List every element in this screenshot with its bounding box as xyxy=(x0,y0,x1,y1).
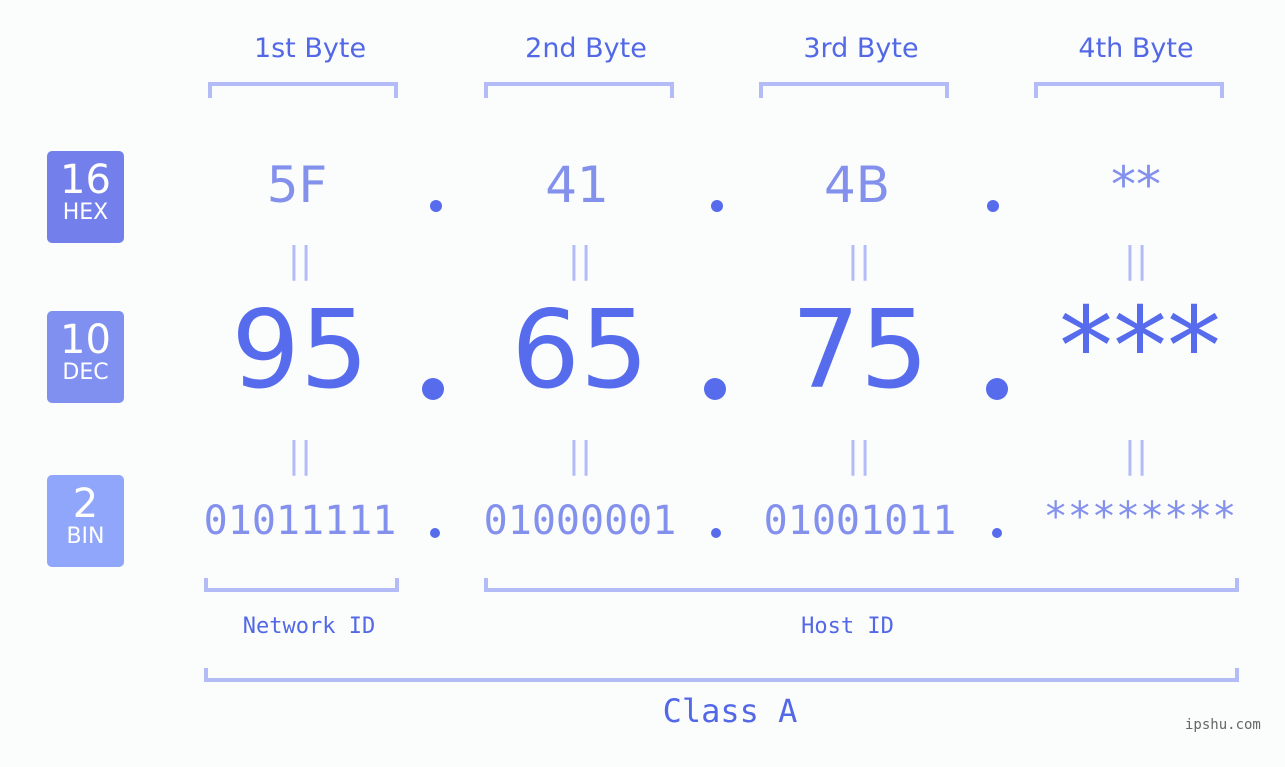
equals-icon: || xyxy=(287,435,313,476)
hex-separator-3 xyxy=(987,200,999,212)
hex-separator-1 xyxy=(430,200,442,212)
byte-header-1: 1st Byte xyxy=(253,33,367,64)
bin-value-1: 01011111 xyxy=(203,498,397,544)
equals-icon: || xyxy=(846,240,872,281)
network-id-label: Network ID xyxy=(242,614,376,639)
dec-badge-number: 10 xyxy=(60,317,111,363)
byte-header-4: 4th Byte xyxy=(1078,33,1194,64)
hex-value-1: 5F xyxy=(266,156,328,214)
dec-value-3: 75 xyxy=(791,288,929,413)
byte-bracket-1 xyxy=(208,82,398,98)
hex-badge-number: 16 xyxy=(60,157,111,203)
hex-separator-2 xyxy=(711,200,723,212)
dec-value-1: 95 xyxy=(231,288,369,413)
equals-icon: || xyxy=(1123,240,1149,281)
equals-icon: || xyxy=(567,435,593,476)
dec-badge: 10 DEC xyxy=(47,311,124,403)
equals-icon: || xyxy=(1123,435,1149,476)
bin-value-3: 01001011 xyxy=(763,498,957,544)
watermark: ipshu.com xyxy=(1185,717,1261,733)
class-bracket xyxy=(204,668,1239,682)
class-label: Class A xyxy=(662,692,798,730)
network-id-bracket xyxy=(204,578,399,592)
bin-badge-label: BIN xyxy=(66,524,105,549)
hex-badge: 16 HEX xyxy=(47,151,124,243)
byte-bracket-3 xyxy=(759,82,949,98)
hex-value-2: 41 xyxy=(545,156,609,214)
byte-bracket-4 xyxy=(1034,82,1224,98)
bin-separator-3 xyxy=(992,528,1002,538)
byte-header-2: 2nd Byte xyxy=(525,33,647,64)
dec-separator-3 xyxy=(986,378,1008,400)
dec-badge-label: DEC xyxy=(62,360,109,385)
dec-separator-1 xyxy=(422,378,444,400)
bin-badge-number: 2 xyxy=(72,481,99,527)
equals-icon: || xyxy=(567,240,593,281)
hex-value-3: 4B xyxy=(823,156,891,214)
host-id-bracket xyxy=(484,578,1239,592)
dec-value-2: 65 xyxy=(511,288,649,413)
host-id-label: Host ID xyxy=(801,614,894,639)
dec-value-4: *** xyxy=(1059,285,1221,410)
bin-separator-2 xyxy=(711,528,721,538)
hex-value-4: ** xyxy=(1111,156,1161,214)
bin-value-2: 01000001 xyxy=(483,498,677,544)
byte-header-3: 3rd Byte xyxy=(803,33,919,64)
hex-badge-label: HEX xyxy=(62,200,109,225)
bin-value-4: ******** xyxy=(1043,494,1237,540)
bin-badge: 2 BIN xyxy=(47,475,124,567)
byte-bracket-2 xyxy=(484,82,674,98)
bin-separator-1 xyxy=(430,528,440,538)
equals-icon: || xyxy=(287,240,313,281)
dec-separator-2 xyxy=(704,378,726,400)
equals-icon: || xyxy=(846,435,872,476)
